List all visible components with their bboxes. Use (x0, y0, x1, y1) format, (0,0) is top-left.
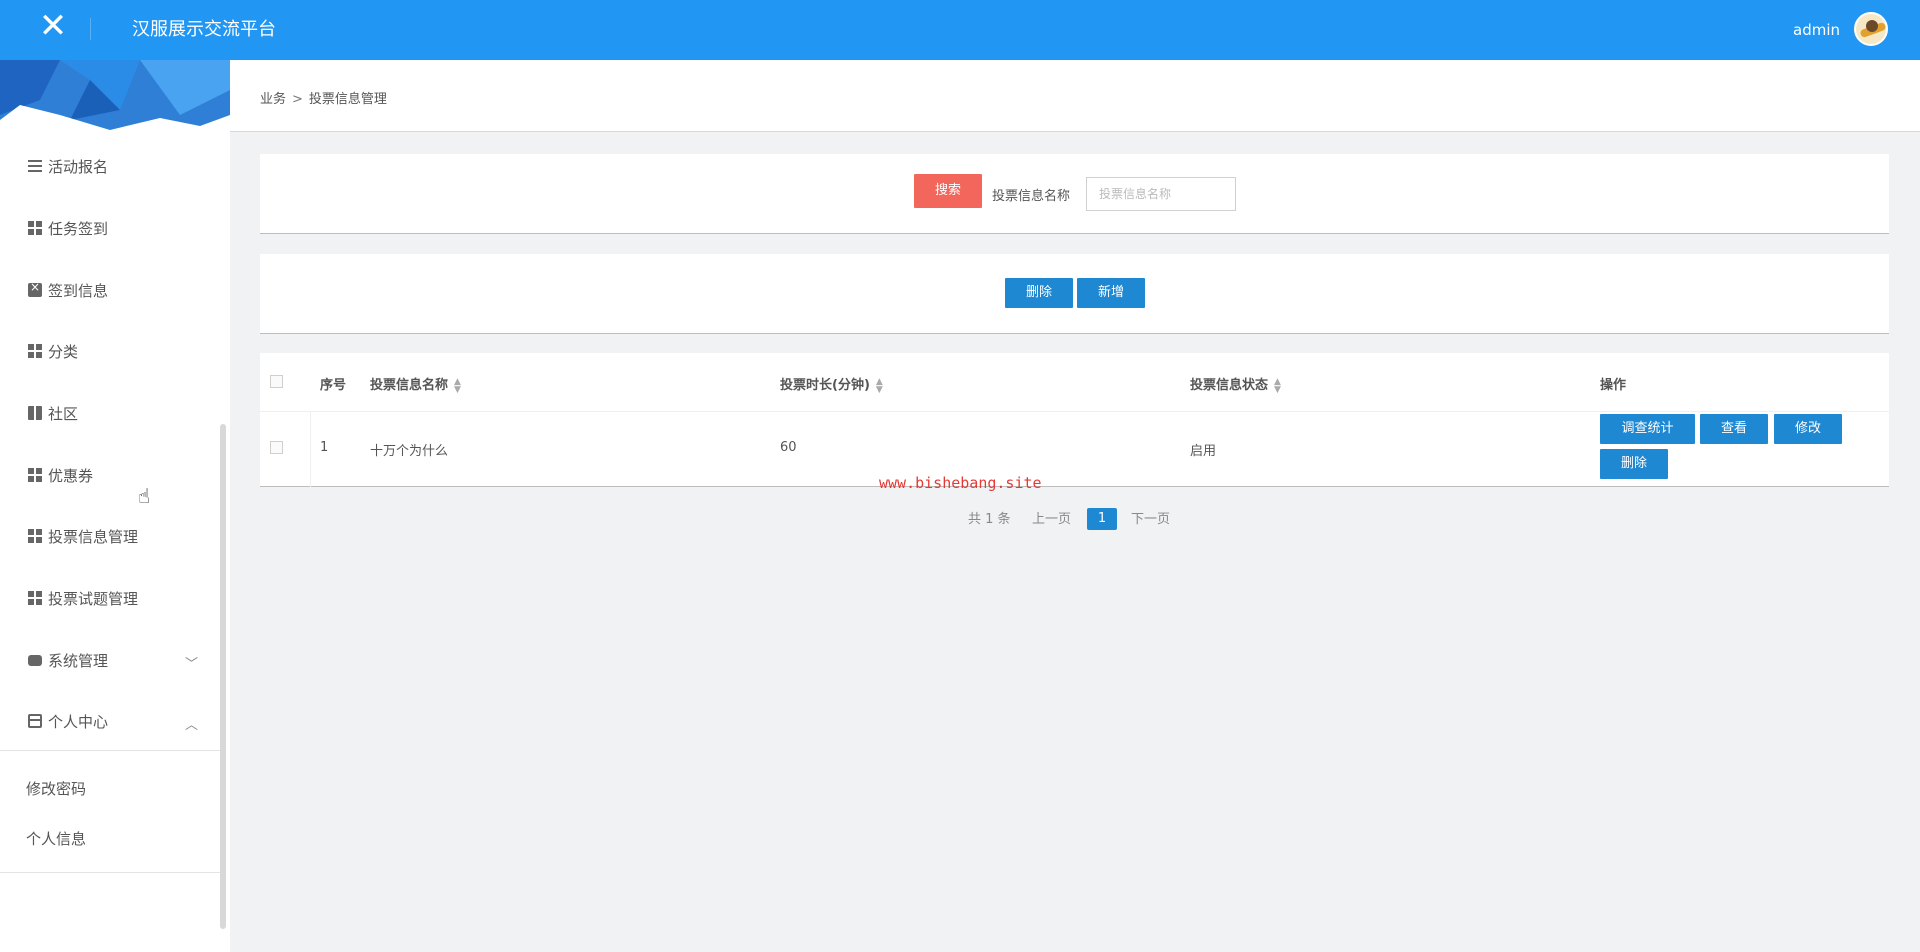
column-header-index: 序号 (320, 378, 347, 393)
sliders-icon (28, 160, 42, 172)
grid-icon (28, 344, 42, 358)
select-all-checkbox[interactable] (270, 375, 283, 388)
sidebar-item-coupon[interactable]: 优惠券 (0, 455, 222, 495)
row-delete-button[interactable]: 删除 (1600, 449, 1668, 479)
pagination-prev[interactable]: 上一页 (1032, 508, 1071, 527)
pagination-current[interactable]: 1 (1087, 508, 1117, 530)
app-title: 汉服展示交流平台 (132, 19, 276, 40)
row-checkbox[interactable] (270, 441, 283, 454)
data-table: 序号 投票信息名称 ▲ ▼ 投票时长(分钟) ▲ ▼ 投票信息状态 ▲ ▼ 操作 1 十万个… (260, 353, 1889, 487)
search-label: 投票信息名称 (992, 189, 1071, 204)
sidebar-item-label: 系统管理 (48, 651, 109, 670)
sidebar-item-label: 签到信息 (48, 281, 109, 300)
card-icon (28, 714, 42, 728)
sidebar-item-personal-center[interactable]: 个人中心 ︿ (0, 701, 222, 741)
search-panel: 搜索 投票信息名称 (260, 154, 1889, 234)
pagination-total: 共 1 条 (968, 512, 1011, 527)
sidebar: 活动报名 任务签到 签到信息 分类 社区 优惠券 投票信息管理 投票试题管理 系… (0, 60, 230, 952)
pagination-next[interactable]: 下一页 (1131, 508, 1170, 527)
sidebar-item-checkin-info[interactable]: 签到信息 (0, 270, 222, 310)
submenu-change-password[interactable]: 修改密码 (26, 778, 86, 799)
cell-index: 1 (320, 440, 329, 455)
sidebar-item-vote-questions[interactable]: 投票试题管理 (0, 578, 222, 618)
grid-icon (28, 529, 42, 543)
sidebar-item-label: 分类 (48, 342, 79, 361)
column-header-status[interactable]: 投票信息状态 ▲ ▼ (1190, 374, 1281, 394)
close-icon[interactable]: ✕ (38, 9, 68, 43)
sort-icon[interactable]: ▲ ▼ (876, 377, 883, 394)
breadcrumb: 业务 > 投票信息管理 (260, 88, 387, 107)
sort-icon[interactable]: ▲ ▼ (1274, 377, 1281, 394)
sidebar-item-label: 个人中心 (48, 712, 109, 731)
sidebar-item-label: 任务签到 (48, 219, 109, 238)
watermark: www.bishebang.site (879, 474, 1042, 492)
column-divider (310, 411, 311, 487)
column-header-ops: 操作 (1600, 378, 1627, 393)
book-icon (28, 406, 42, 420)
submenu-personal-info[interactable]: 个人信息 (26, 828, 86, 849)
breadcrumb-root[interactable]: 业务 (260, 92, 286, 107)
breadcrumb-separator: > (292, 92, 303, 107)
breadcrumb-current: 投票信息管理 (308, 92, 387, 107)
cell-status: 启用 (1190, 444, 1217, 459)
sidebar-item-vote-info[interactable]: 投票信息管理 (0, 516, 222, 556)
column-header-label: 投票时长(分钟) (780, 378, 870, 393)
sidebar-item-label: 社区 (48, 404, 79, 423)
sidebar-item-category[interactable]: 分类 (0, 331, 222, 371)
sort-icon[interactable]: ▲ ▼ (454, 377, 461, 394)
clipboard-icon (28, 280, 42, 297)
avatar[interactable] (1854, 12, 1888, 46)
stats-button[interactable]: 调查统计 (1600, 414, 1695, 444)
breadcrumb-bar: 业务 > 投票信息管理 (230, 60, 1920, 132)
chevron-down-icon: ﹀ (184, 657, 198, 672)
sidebar-banner (0, 60, 230, 135)
cell-duration: 60 (780, 440, 797, 455)
view-button[interactable]: 查看 (1700, 414, 1768, 444)
personal-center-submenu: 修改密码 个人信息 (0, 750, 222, 873)
sidebar-item-activity-signup[interactable]: 活动报名 (0, 146, 222, 186)
top-bar: ✕ 汉服展示交流平台 admin (0, 0, 1920, 60)
mouse-cursor-icon: ☝ (138, 484, 151, 508)
grid-icon (28, 591, 42, 605)
row-divider (260, 411, 1889, 412)
search-button[interactable]: 搜索 (914, 174, 982, 208)
sidebar-item-label: 活动报名 (48, 157, 109, 176)
sidebar-item-system[interactable]: 系统管理 ﹀ (0, 640, 222, 680)
column-header-duration[interactable]: 投票时长(分钟) ▲ ▼ (780, 374, 883, 394)
drive-icon (28, 654, 42, 666)
column-header-name[interactable]: 投票信息名称 ▲ ▼ (370, 374, 461, 394)
column-header-label: 投票信息状态 (1190, 378, 1269, 393)
sidebar-scrollbar[interactable] (220, 424, 226, 929)
divider (90, 18, 91, 40)
sidebar-item-label: 优惠券 (48, 466, 94, 485)
action-panel: 删除 新增 (260, 254, 1889, 334)
cell-name: 十万个为什么 (370, 444, 449, 459)
sidebar-item-task-checkin[interactable]: 任务签到 (0, 208, 222, 248)
sidebar-item-label: 投票试题管理 (48, 589, 139, 608)
chevron-up-icon: ︿ (184, 718, 198, 733)
delete-button[interactable]: 删除 (1005, 278, 1073, 308)
add-button[interactable]: 新增 (1077, 278, 1145, 308)
sidebar-item-label: 投票信息管理 (48, 527, 139, 546)
search-input[interactable] (1086, 177, 1236, 211)
grid-icon (28, 468, 42, 482)
edit-button[interactable]: 修改 (1774, 414, 1842, 444)
column-header-label: 投票信息名称 (370, 378, 449, 393)
grid-icon (28, 221, 42, 235)
sidebar-item-community[interactable]: 社区 (0, 393, 222, 433)
username[interactable]: admin (1793, 20, 1840, 40)
